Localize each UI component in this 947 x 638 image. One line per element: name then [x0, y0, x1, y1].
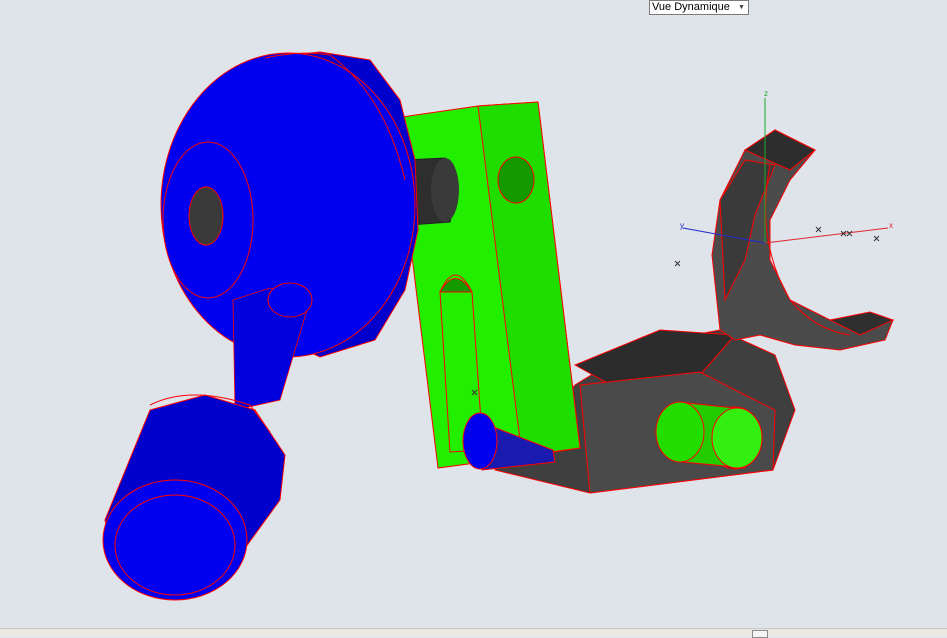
3d-viewport[interactable]: z x y Vue Dynamique ▼	[0, 0, 947, 628]
x-axis-label: x	[889, 221, 893, 230]
marker	[815, 226, 822, 233]
status-bar	[0, 628, 947, 638]
z-axis-label: z	[764, 89, 768, 98]
marker	[846, 230, 853, 237]
green-pin[interactable]	[655, 401, 763, 469]
x-axis	[764, 227, 889, 244]
y-axis-label: y	[680, 221, 684, 230]
marker	[873, 235, 880, 242]
chevron-down-icon[interactable]: ▼	[737, 3, 746, 12]
marker	[674, 260, 681, 267]
cad-scene[interactable]: z x y	[0, 0, 947, 628]
view-mode-value: Vue Dynamique	[652, 1, 730, 13]
blue-handwheel[interactable]	[102, 51, 419, 601]
view-mode-select[interactable]: Vue Dynamique ▼	[649, 0, 749, 15]
green-plate[interactable]	[394, 101, 581, 469]
